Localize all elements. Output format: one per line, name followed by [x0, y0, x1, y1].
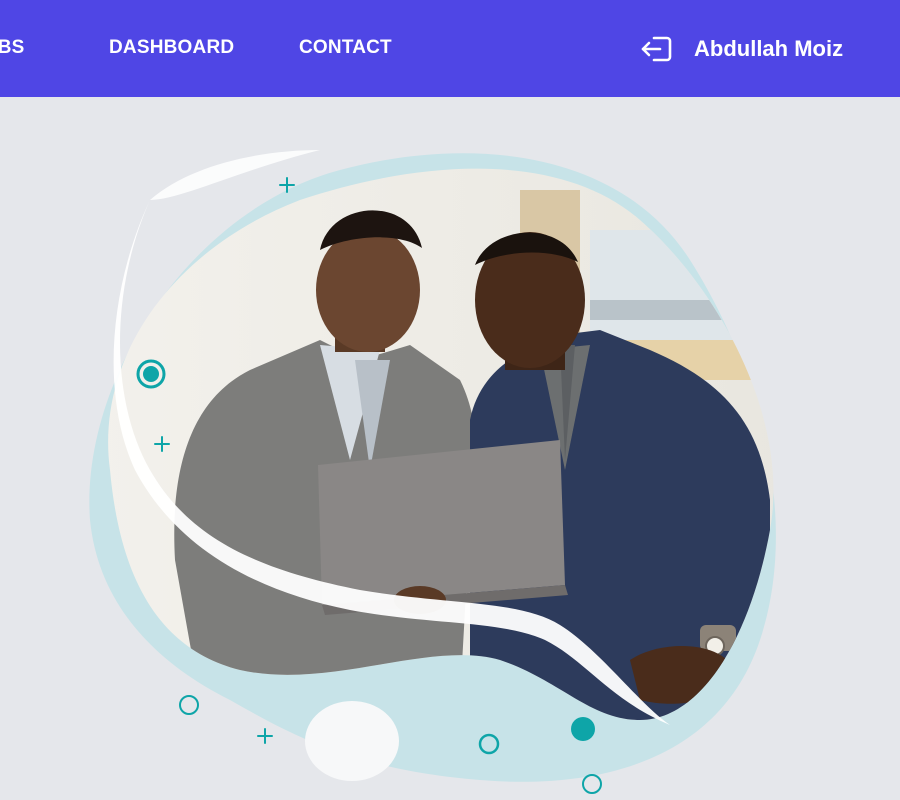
hero-illustration	[0, 97, 900, 800]
user-name: Abdullah Moiz	[694, 36, 844, 61]
small-ring-decoration	[179, 695, 199, 715]
logout-icon[interactable]	[640, 32, 674, 66]
top-navbar: JOBS DASHBOARD CONTACT Abdullah Moiz	[0, 0, 900, 97]
user-menu[interactable]: Abdullah Moiz	[640, 26, 843, 72]
white-circle-decoration	[305, 701, 399, 781]
nav-link-jobs[interactable]: JOBS	[0, 36, 25, 60]
nav-link-dashboard[interactable]: DASHBOARD	[109, 36, 234, 60]
nav-link-contact[interactable]: CONTACT	[299, 36, 392, 60]
hero-image	[89, 150, 776, 794]
dot-decoration	[571, 717, 595, 741]
